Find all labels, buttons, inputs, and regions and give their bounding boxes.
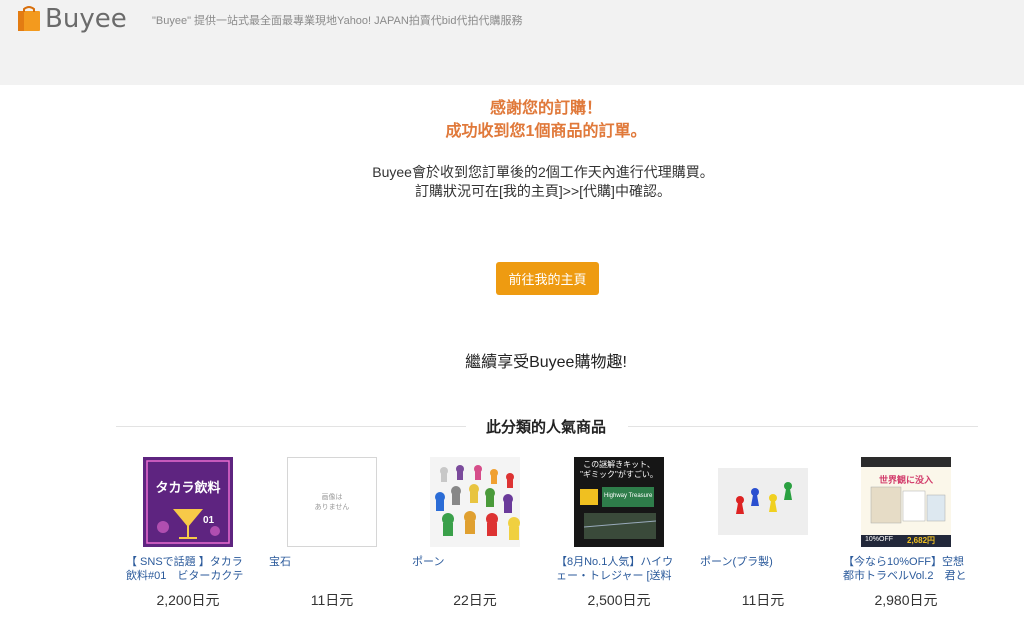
product-price: 2,500日元	[587, 592, 651, 608]
pawns-photo-graphic	[435, 465, 520, 540]
kit-discount: 10%OFF	[865, 536, 894, 543]
go-to-mypage-button[interactable]: 前往我的主頁	[496, 262, 599, 295]
logo-text: Buyee	[45, 4, 127, 34]
product-name-link[interactable]: ポーン(プラ製)	[700, 555, 825, 583]
section-divider-right	[628, 426, 978, 427]
kit-price: 2,682円	[907, 536, 936, 545]
box-caption: この謎解きキット、 "ギミック"がすごい。	[574, 460, 664, 480]
product-price: 2,200日元	[156, 592, 220, 608]
product-price: 11日元	[741, 592, 785, 608]
product-name-link[interactable]: ポーン	[412, 555, 537, 583]
kit-headline: 世界観に没入	[878, 475, 933, 485]
product-name-link[interactable]: 宝石	[269, 555, 394, 583]
poster-title: タカラ飲料	[155, 480, 221, 495]
box-caption-line-1: この謎解きキット、	[583, 460, 655, 469]
product-name-link[interactable]: 【今なら10%OFF】空想都市トラベルVol.2 君と	[843, 555, 968, 583]
no-image-text: 画像は ありません	[288, 493, 376, 513]
product-price: 2,980日元	[874, 592, 938, 608]
shopping-bag-icon	[18, 6, 40, 31]
product-image[interactable]	[430, 457, 520, 547]
plastic-pawns-graphic	[718, 468, 808, 535]
product-name-link[interactable]: 【 SNSで話題 】タカラ飲料#01 ビターカクテ	[126, 555, 251, 583]
product-name-link[interactable]: 【8月No.1人気】ハイウェー・トレジャー [送料	[556, 555, 681, 583]
no-image-line-2: ありません	[314, 504, 350, 511]
product-image[interactable]: 世界観に没入 10%OFF 2,682円	[861, 457, 951, 547]
order-status-hint: 訂購狀況可在[我的主頁]>>[代購]中確認。	[415, 183, 671, 199]
product-price: 22日元	[453, 592, 497, 608]
product-image[interactable]	[718, 468, 808, 535]
buyee-logo[interactable]: Buyee	[16, 4, 127, 34]
section-divider-left	[116, 426, 466, 427]
continue-shopping-text: 繼續享受Buyee購物趣!	[465, 354, 627, 371]
travel-kit-graphic	[861, 457, 951, 547]
product-price: 11日元	[310, 592, 354, 608]
popular-items-title: 此分類的人氣商品	[470, 416, 622, 437]
no-image-line-1: 画像は	[321, 494, 343, 501]
order-received-heading: 成功收到您1個商品的訂單。	[445, 123, 647, 140]
product-image[interactable]: この謎解きキット、 "ギミック"がすごい。 Highway Treasure	[574, 457, 664, 547]
box-title: Highway Treasure	[604, 493, 653, 499]
site-tagline: "Buyee" 提供一站式最全面最專業現地Yahoo! JAPAN拍賣代bid代…	[152, 15, 523, 27]
poster-number: 01	[203, 515, 215, 526]
purchase-timeline-text: Buyee會於收到您訂單後的2個工作天內進行代理購買。	[372, 164, 714, 180]
box-caption-line-2: "ギミック"がすごい。	[580, 470, 658, 479]
cocktail-poster-graphic	[143, 457, 233, 547]
header-bar: Buyee "Buyee" 提供一站式最全面最專業現地Yahoo! JAPAN拍…	[0, 0, 1024, 85]
product-image[interactable]: タカラ飲料 01	[143, 457, 233, 547]
product-image-placeholder[interactable]: 画像は ありません	[287, 457, 377, 547]
thanks-heading: 感謝您的訂購！	[489, 100, 602, 117]
